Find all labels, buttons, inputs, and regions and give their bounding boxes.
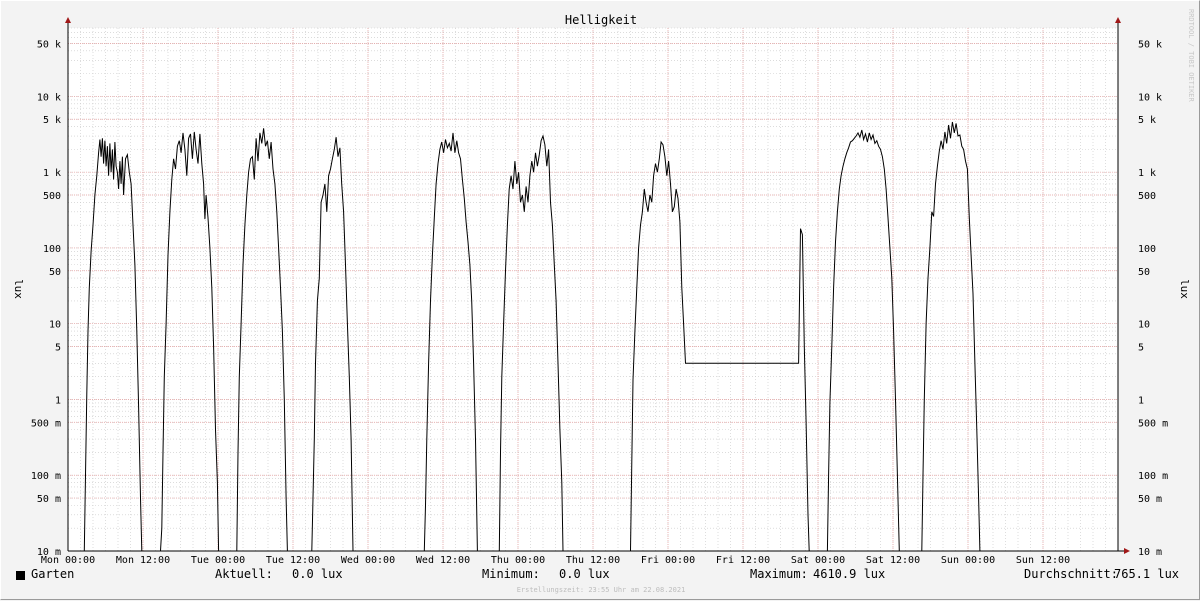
x-tick-label: Wed 00:00 [341, 555, 395, 566]
legend-avg-value: 765.1 lux [1114, 567, 1180, 581]
y-tick-label: 10 [1138, 320, 1150, 331]
y-tick-label: 100 [1138, 244, 1156, 255]
y-tick-label: 500 m [1138, 418, 1168, 429]
legend-current-value: 0.0 lux [292, 567, 343, 581]
legend-min-value: 0.0 lux [559, 567, 610, 581]
x-tick-label: Thu 12:00 [566, 555, 620, 566]
y-tick-label: 50 m [37, 494, 61, 505]
y-tick-label: 5 k [43, 115, 61, 126]
x-tick-label: Mon 12:00 [116, 555, 170, 566]
y-tick-label: 5 [1138, 343, 1144, 354]
x-tick-label: Tue 00:00 [191, 555, 245, 566]
y-tick-label: 1 k [1138, 168, 1156, 179]
x-tick-label: Fri 00:00 [641, 555, 695, 566]
y-tick-labels-right: 10 m 50 m 100 m 500 m 1 5 10 50 100 500 1 k 5 k 10 k… [1138, 39, 1168, 558]
y-tick-label: 500 m [31, 418, 61, 429]
y-tick-label: 1 [1138, 395, 1144, 406]
y-axis-label-right: lux [1178, 279, 1191, 299]
x-tick-label: Wed 12:00 [416, 555, 470, 566]
legend-max-label: Maximum: [750, 567, 808, 581]
rrdtool-watermark: RRDTOOL / TOBI OETIKER [1187, 9, 1195, 102]
y-tick-labels-left: 10 m50 m100 m500 m1510501005001 k5 k10 k… [31, 39, 61, 558]
x-tick-label: Mon 00:00 [41, 555, 95, 566]
y-tick-label: 10 [49, 320, 61, 331]
x-tick-label: Sun 00:00 [941, 555, 995, 566]
y-tick-label: 100 m [1138, 471, 1168, 482]
y-tick-label: 500 [43, 191, 61, 202]
x-axis-arrow [1124, 548, 1130, 554]
y-axis-label-left: lux [12, 279, 25, 299]
y-tick-label: 500 [1138, 191, 1156, 202]
legend-max-value: 4610.9 lux [813, 567, 886, 581]
y-tick-label: 50 [49, 267, 61, 278]
brightness-chart: 10 m 50 m 100 m 500 m 1 5 10 50 100 500 1 k 5 k 10 k… [12, 13, 1191, 566]
legend: Garten Aktuell: 0.0 lux Minimum: 0.0 lux… [1, 567, 1200, 585]
x-tick-labels: Mon 00:00 Mon 12:00 Tue 00:00 Tue 12:00 Wed … [41, 555, 1070, 566]
x-tick-label: Sat 00:00 [791, 555, 845, 566]
y-tick-label: 5 k [1138, 115, 1156, 126]
y-tick-label: 10 m [1138, 547, 1162, 558]
y-tick-label: 100 [43, 244, 61, 255]
creation-time-footer: Erstellungszeit: 23:55 Uhr am 22.08.2021 [516, 586, 686, 594]
y-tick-label: 100 m [31, 471, 61, 482]
y-tick-label: 50 [1138, 267, 1150, 278]
y-tick-label: 1 [55, 395, 61, 406]
legend-current-label: Aktuell: [215, 567, 273, 581]
y-tick-label: 50 k [1138, 39, 1162, 50]
y-tick-label: 5 [55, 343, 61, 354]
y-axis-arrow-left [65, 17, 71, 23]
legend-avg-label: Durchschnitt: [1024, 567, 1118, 581]
legend-series-name: Garten [31, 567, 75, 581]
x-tick-label: Sat 12:00 [866, 555, 920, 566]
x-tick-label: Fri 12:00 [716, 555, 770, 566]
x-tick-label: Sun 12:00 [1016, 555, 1070, 566]
x-tick-label: Thu 00:00 [491, 555, 545, 566]
graph-window: 10 m 50 m 100 m 500 m 1 5 10 50 100 500 1 k 5 k 10 k… [0, 0, 1200, 600]
y-axis-arrow-right [1115, 17, 1121, 23]
y-tick-label: 50 k [37, 39, 61, 50]
y-tick-label: 1 k [43, 168, 61, 179]
chart-title: Helligkeit [565, 13, 637, 27]
y-tick-label: 10 k [1138, 92, 1162, 103]
y-tick-label: 50 m [1138, 494, 1162, 505]
legend-min-label: Minimum: [482, 567, 540, 581]
y-tick-label: 10 k [37, 92, 61, 103]
x-tick-label: Tue 12:00 [266, 555, 320, 566]
